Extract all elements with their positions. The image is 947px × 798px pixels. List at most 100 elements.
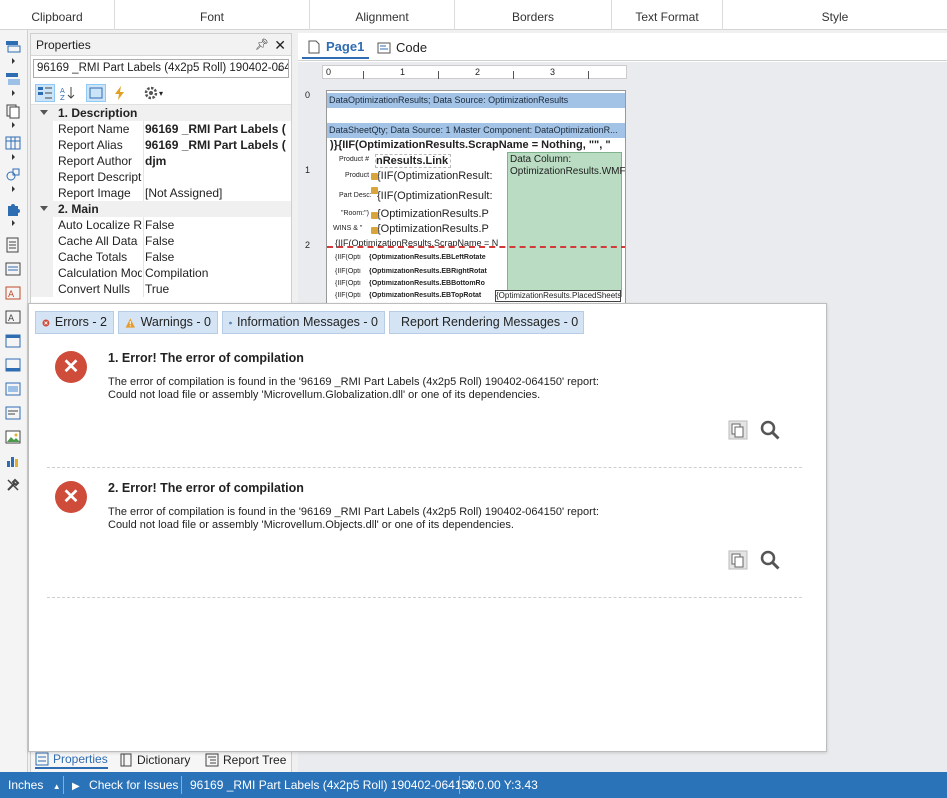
field-iif-a[interactable]: {IIF(Opti [335, 254, 367, 264]
prop-convert-nulls[interactable]: Convert Nulls True [31, 281, 291, 297]
tools-icon[interactable] [4, 476, 22, 494]
ribbon-group-borders[interactable]: Borders [455, 0, 612, 30]
prop-report-image[interactable]: Report Image [Not Assigned] [31, 185, 291, 201]
component-toolbox: A A [0, 30, 28, 772]
error-message: The error of compilation is found in the… [108, 376, 599, 401]
field-eb-right-rotate[interactable]: {OptimizationResults.EBRightRotat [369, 268, 505, 278]
sort-alphabetical-icon[interactable]: AZ [58, 84, 78, 102]
label-icon[interactable]: A [4, 308, 22, 326]
check-for-issues-button[interactable]: ▶ Check for Issues [72, 772, 178, 798]
error-title: 2. Error! The error of compilation [108, 481, 304, 495]
prop-cache-all-data[interactable]: Cache All Data False [31, 233, 291, 249]
field-iif-1[interactable]: {IIF(OptimizationResult: [377, 170, 505, 186]
tab-report-rendering-messages[interactable]: Report Rendering Messages - 0 [389, 311, 584, 334]
ribbon-group-alignment[interactable]: Alignment [310, 0, 455, 30]
field-link[interactable]: nResults.Link [375, 154, 451, 168]
prop-report-alias[interactable]: Report Alias 96169 _RMI Part Labels ( [31, 137, 291, 153]
close-icon[interactable]: ✕ [274, 34, 286, 56]
pin-icon[interactable]: 📌︎ [255, 34, 269, 56]
text-icon[interactable] [4, 236, 22, 254]
shapes-icon[interactable] [4, 166, 22, 184]
prop-calculation-mode[interactable]: Calculation Mode Compilation [31, 265, 291, 281]
tab-code[interactable]: Code [372, 37, 432, 59]
tab-dictionary[interactable]: Dictionary [119, 751, 190, 769]
resize-handle[interactable] [371, 212, 378, 219]
error-title: 1. Error! The error of compilation [108, 351, 304, 365]
properties-view-icon[interactable] [86, 84, 106, 102]
svg-text:A: A [8, 290, 15, 300]
field-opt-p-1[interactable]: {OptimizationResults.P [377, 208, 505, 224]
container-icon[interactable] [4, 356, 22, 374]
prop-report-description[interactable]: Report Descriptio [31, 169, 291, 185]
field-iif-2[interactable]: {IIF(OptimizationResult: [377, 190, 505, 206]
field-eb-bottom-rotate[interactable]: {OptimizationResults.EBBottomRo [369, 280, 505, 290]
puzzle-icon[interactable] [4, 200, 22, 218]
rich-text-box-icon[interactable] [4, 404, 22, 422]
tab-properties[interactable]: Properties [35, 751, 108, 769]
page-icon [308, 40, 320, 54]
error-item-1[interactable]: ✕ 1. Error! The error of compilation The… [47, 351, 802, 468]
prop-cache-totals[interactable]: Cache Totals False [31, 249, 291, 265]
field-eb-top-rotate[interactable]: {OptimizationResults.EBTopRotat [369, 292, 505, 302]
ribbon-group-clipboard[interactable]: Clipboard [0, 0, 115, 30]
settings-gear-icon[interactable]: ▾ [139, 84, 167, 102]
label-room[interactable]: "Room:") [341, 210, 375, 220]
text-in-cells-icon[interactable]: A [4, 284, 22, 302]
field-eb-left-rotate[interactable]: {OptimizationResults.EBLeftRotate [369, 254, 505, 264]
copy-pages-icon[interactable] [4, 102, 22, 120]
resize-handle[interactable] [371, 227, 378, 234]
field-iif-scrapname[interactable]: )}{IIF(OptimizationResults.ScrapName = N… [330, 139, 625, 153]
vertical-ruler: 0 1 2 [305, 90, 311, 250]
field-placed-sheets[interactable]: {OptimizationResults.PlacedSheets [495, 290, 621, 302]
error-item-2[interactable]: ✕ 2. Error! The error of compilation The… [47, 481, 802, 598]
tab-page1[interactable]: Page1 [302, 37, 370, 59]
table-icon[interactable] [4, 134, 22, 152]
prop-report-name[interactable]: Report Name 96169 _RMI Part Labels ( [31, 121, 291, 137]
resize-handle[interactable] [371, 187, 378, 194]
cross-band-icon[interactable] [4, 70, 22, 88]
tab-warnings[interactable]: Warnings - 0 [118, 311, 218, 334]
field-opt-p-2[interactable]: {OptimizationResults.P [377, 223, 505, 239]
rich-text-icon[interactable] [4, 260, 22, 278]
wmf-stream-image-field[interactable]: Data Column: OptimizationResults.WMFStre… [507, 152, 625, 297]
copy-icon[interactable] [727, 419, 749, 441]
component-select[interactable]: 96169 _RMI Part Labels (4x2p5 Roll) 1904… [33, 59, 289, 78]
panel-icon[interactable] [4, 332, 22, 350]
status-report-name: 96169 _RMI Part Labels (4x2p5 Roll) 1904… [190, 778, 475, 792]
search-icon[interactable] [759, 419, 781, 441]
band-data-sheet-qty[interactable]: DataSheetQty; Data Source: 1 Master Comp… [327, 123, 625, 138]
label-wins[interactable]: WINS & " [333, 225, 375, 235]
chart-icon[interactable] [4, 452, 22, 470]
play-icon: ▶ [72, 781, 80, 792]
events-icon[interactable] [110, 84, 130, 102]
field-iif-scrap[interactable]: {IIF(OptimizationResults.ScrapName = N [335, 238, 505, 250]
ribbon-group-style[interactable]: Style [723, 0, 947, 30]
label-part-desc[interactable]: Part Desc: [339, 192, 375, 202]
category-description[interactable]: 1. Description [31, 105, 291, 121]
tab-errors[interactable]: Errors - 2 [35, 311, 114, 334]
ribbon-group-font[interactable]: Font [115, 0, 310, 30]
tab-report-tree[interactable]: Report Tree [205, 751, 286, 769]
horizontal-ruler: 0 1 2 3 [322, 65, 627, 79]
sub-report-icon[interactable] [4, 380, 22, 398]
band-icon[interactable] [4, 38, 22, 56]
units-selector[interactable]: Inches ▲ [8, 772, 61, 798]
field-iif-c[interactable]: {IIF(Opti [335, 280, 367, 290]
band-data-optimization[interactable]: DataOptimizationResults; Data Source: Op… [327, 93, 625, 108]
search-icon[interactable] [759, 549, 781, 571]
tab-information-messages[interactable]: Information Messages - 0 [222, 311, 385, 334]
prop-auto-localize[interactable]: Auto Localize Re False [31, 217, 291, 233]
resize-handle[interactable] [371, 173, 378, 180]
report-tree-icon [205, 753, 219, 767]
field-iif-d[interactable]: {IIF(Opti [335, 292, 367, 302]
categorized-view-icon[interactable] [35, 84, 55, 102]
ribbon-group-text-format[interactable]: Text Format [612, 0, 723, 30]
category-main[interactable]: 2. Main [31, 201, 291, 217]
error-icon [42, 319, 50, 326]
copy-icon[interactable] [727, 549, 749, 571]
field-iif-b[interactable]: {IIF(Opti [335, 268, 367, 278]
prop-report-author[interactable]: Report Author djm [31, 153, 291, 169]
image-icon[interactable] [4, 428, 22, 446]
svg-text:A: A [8, 314, 15, 324]
label-product-number[interactable]: Product # [339, 156, 373, 166]
